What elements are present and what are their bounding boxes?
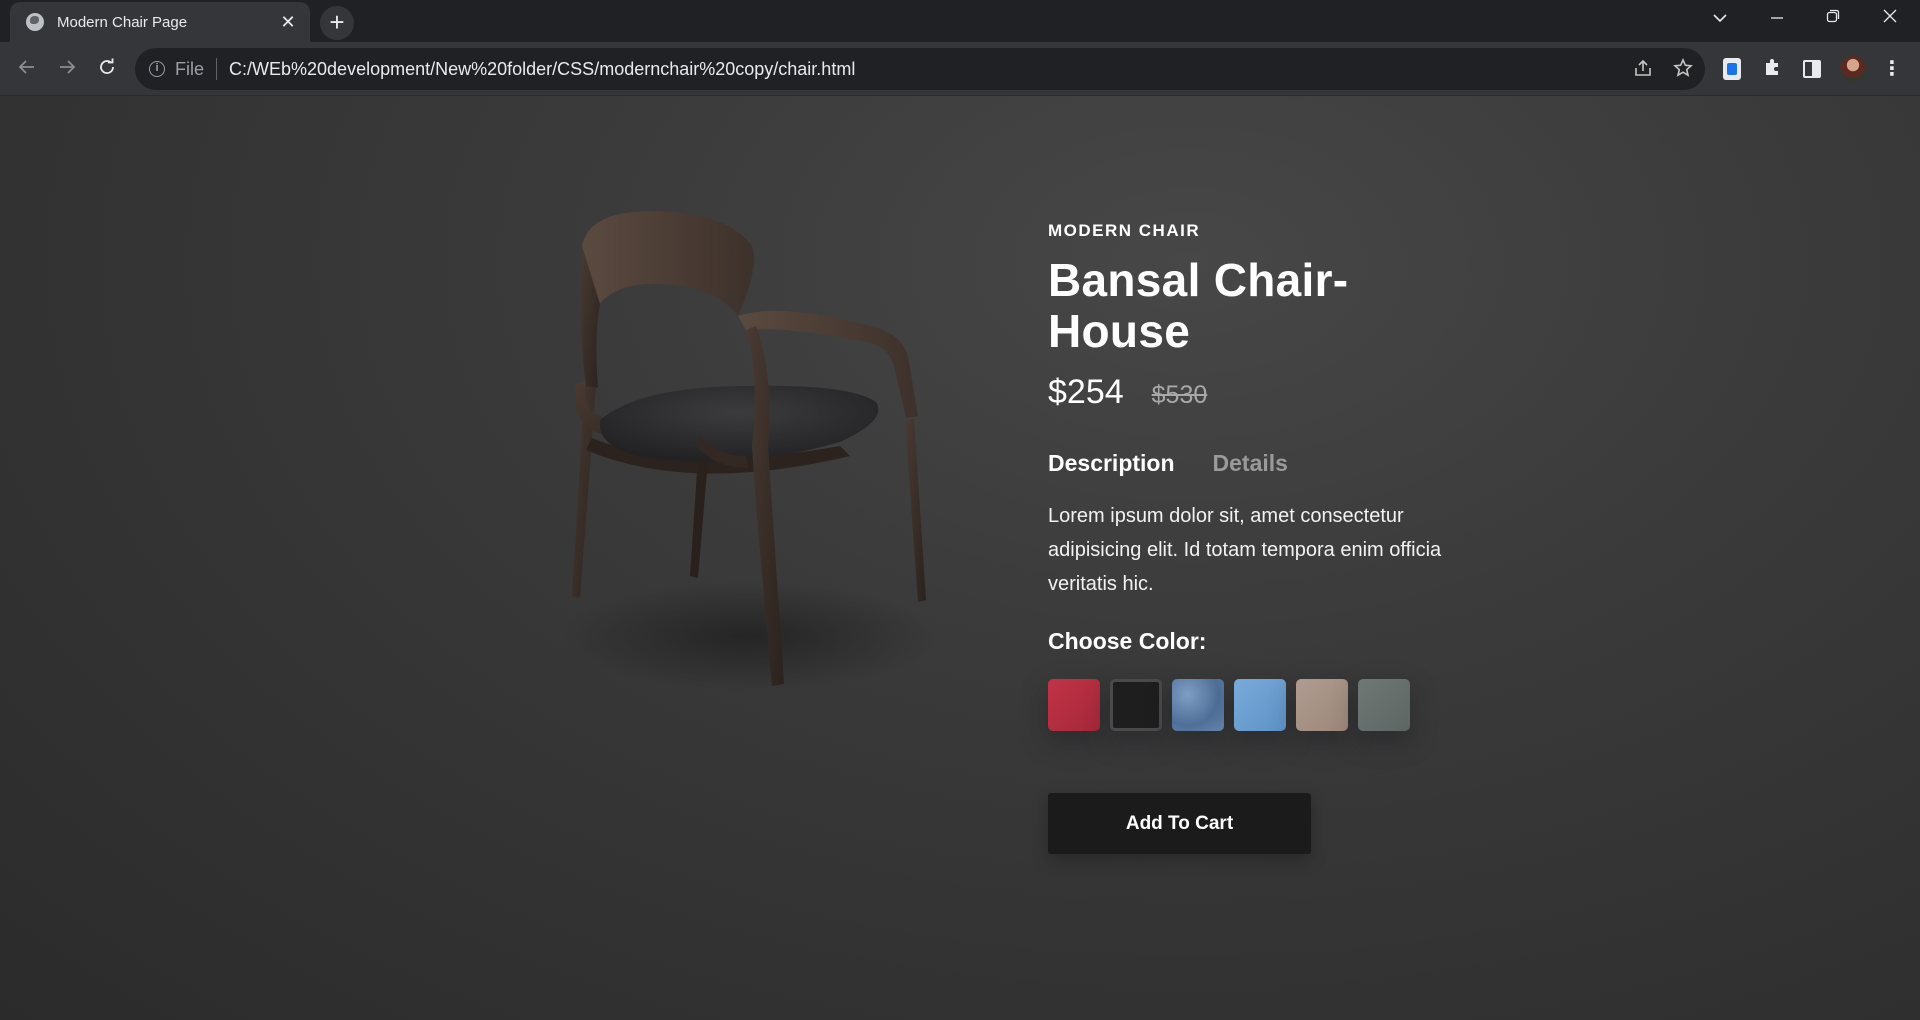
close-icon [1883,9,1897,23]
product-page: MODERN CHAIR Bansal Chair-House $254 $53… [0,96,1920,1020]
address-url[interactable]: C:/WEb%20development/New%20folder/CSS/mo… [229,59,855,80]
color-swatch-grey[interactable] [1358,679,1410,731]
browser-toolbar: i File C:/WEb%20development/New%20folder… [0,42,1920,96]
avatar[interactable] [1840,56,1866,82]
restore-icon [1826,9,1840,23]
arrow-right-icon [60,60,76,74]
browser-tab[interactable]: Modern Chair Page ✕ [10,2,310,42]
price-row: $254 $530 [1048,373,1488,412]
color-swatch-beige[interactable] [1296,679,1348,731]
product-tabs: Description Details [1048,450,1488,477]
forward-button[interactable] [50,52,84,86]
color-swatch-sky-blue[interactable] [1234,679,1286,731]
color-swatch-black[interactable] [1110,679,1162,731]
info-icon[interactable]: i [149,61,165,77]
color-swatch-red[interactable] [1048,679,1100,731]
product-info-panel: MODERN CHAIR Bansal Chair-House $254 $53… [1048,221,1488,854]
product-title: Bansal Chair-House [1048,254,1349,357]
add-to-cart-button[interactable]: Add To Cart [1048,793,1311,854]
close-window-button[interactable] [1862,0,1918,38]
side-panel-icon[interactable] [1803,60,1821,78]
minimize-icon [1771,17,1783,19]
choose-color-label: Choose Color: [1048,628,1207,654]
tab-close-button[interactable]: ✕ [278,12,298,33]
tab-description[interactable]: Description [1048,450,1175,477]
address-scheme-label: File [175,58,205,79]
chevron-down-icon [1713,14,1727,23]
chair-image [520,206,960,726]
color-swatch-denim[interactable] [1172,679,1224,731]
extension-icon[interactable] [1723,58,1741,80]
address-bar[interactable]: i File C:/WEb%20development/New%20folder… [135,48,1705,90]
minimize-button[interactable] [1749,0,1805,38]
tab-strip: Modern Chair Page ✕ + [0,0,1920,42]
current-price: $254 [1048,373,1124,411]
tab-details[interactable]: Details [1213,450,1288,477]
back-button[interactable] [10,52,44,86]
share-icon[interactable] [1632,58,1654,80]
reload-icon [100,58,114,74]
tab-title: Modern Chair Page [57,13,188,31]
product-description: Lorem ipsum dolor sit, amet consectetur … [1048,505,1442,595]
old-price: $530 [1151,381,1208,409]
globe-icon [26,13,44,31]
reload-button[interactable] [90,52,124,86]
new-tab-button[interactable]: + [320,6,354,40]
color-swatches [1048,679,1488,731]
tab-search-button[interactable] [1692,0,1748,38]
arrow-left-icon [18,60,34,74]
star-icon[interactable] [1672,58,1694,80]
product-category: MODERN CHAIR [1048,221,1201,240]
address-separator [216,58,218,80]
puzzle-icon[interactable] [1760,57,1784,81]
restore-button[interactable] [1805,0,1861,38]
kebab-menu-icon[interactable]: ⋮ [1882,57,1902,81]
